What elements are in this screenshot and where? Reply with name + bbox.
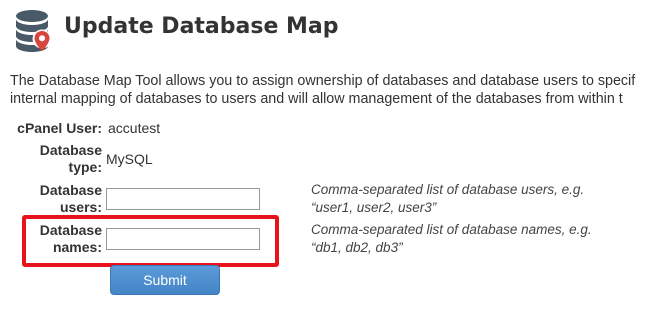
database-users-help-line-2: “user1, user2, user3”	[311, 200, 437, 215]
cpanel-user-label: cPanel User:	[17, 120, 102, 136]
database-users-help: Comma-separated list of database users, …	[311, 181, 584, 217]
database-users-label-line-2: users:	[59, 199, 102, 215]
database-names-help: Comma-separated list of database names, …	[311, 221, 592, 257]
intro-line-2: internal mapping of databases to users a…	[10, 91, 623, 107]
update-database-map-page: Update Database Map The Database Map Too…	[0, 0, 646, 329]
database-users-help-line-1: Comma-separated list of database users, …	[311, 182, 585, 197]
database-type-label-line-2: type:	[68, 159, 102, 175]
database-names-help-line-2: “db1, db2, db3”	[311, 240, 403, 255]
intro-description: The Database Map Tool allows you to assi…	[10, 72, 646, 108]
submit-button[interactable]: Submit	[110, 265, 220, 295]
database-users-input[interactable]	[106, 188, 260, 210]
database-names-help-line-1: Comma-separated list of database names, …	[311, 222, 592, 237]
intro-line-1: The Database Map Tool allows you to assi…	[10, 73, 636, 89]
database-type-value: MySQL	[106, 151, 153, 167]
page-title: Update Database Map	[64, 14, 339, 39]
database-map-icon	[16, 10, 52, 52]
database-users-label-line-1: Database	[39, 182, 102, 198]
database-type-label-line-1: Database	[39, 142, 102, 158]
database-users-label: Database users:	[10, 182, 102, 216]
highlight-annotation-box	[22, 215, 279, 267]
cpanel-user-value: accutest	[108, 120, 161, 136]
database-type-label: Database type:	[10, 142, 102, 176]
